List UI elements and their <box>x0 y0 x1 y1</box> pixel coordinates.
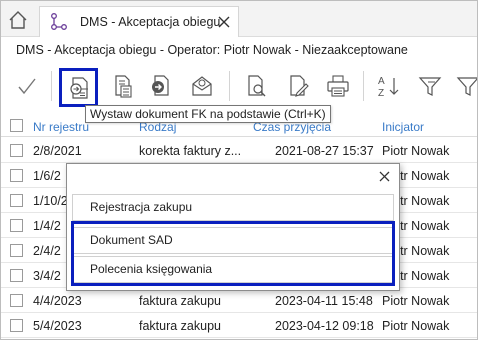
cell-nr: 3/4/2 <box>33 269 61 283</box>
cell-inicjator: Piotr Nowak <box>382 319 450 333</box>
row-checkbox[interactable] <box>10 144 23 157</box>
toolbar-separator <box>229 71 230 101</box>
svg-text:A: A <box>378 76 385 87</box>
checkmark-icon[interactable] <box>8 67 46 105</box>
cell-nr: 2/8/2021 <box>33 144 82 158</box>
menu-item-rejestracja-zakupu[interactable]: Rejestracja zakupu <box>72 194 394 221</box>
column-header-nr[interactable]: Nr rejestru <box>33 120 89 134</box>
cell-nr: 1/4/2 <box>33 219 61 233</box>
tab-dms-akceptacja[interactable]: DMS - Akceptacja obiegu <box>39 6 239 37</box>
cell-nr: 5/4/2023 <box>33 319 82 333</box>
close-icon[interactable] <box>377 169 391 183</box>
document-calculator-icon[interactable] <box>103 67 141 105</box>
cell-czas: 2021-08-27 15:37 <box>275 144 374 158</box>
svg-text:Z: Z <box>378 88 384 99</box>
menu-item-polecenia-ksiegowania[interactable]: Polecenia księgowania <box>72 256 394 283</box>
document-arrow-icon[interactable] <box>59 68 98 107</box>
table-row[interactable]: 2/8/2021 korekta faktury z... 2021-08-27… <box>1 138 477 163</box>
printer-icon[interactable] <box>319 67 357 105</box>
cell-rodzaj: korekta faktury z... <box>139 144 242 158</box>
app-window: DMS - Akceptacja obiegu DMS - Akceptacja… <box>0 0 478 340</box>
row-checkbox[interactable] <box>10 169 23 182</box>
cell-inicjator: Piotr Nowak <box>382 294 450 308</box>
row-checkbox[interactable] <box>10 244 23 257</box>
toolbar: A Z <box>1 65 477 109</box>
document-edit-icon[interactable] <box>279 67 317 105</box>
cell-rodzaj: faktura zakupu <box>139 294 221 308</box>
cell-czas: 2023-04-12 09:18 <box>275 319 374 333</box>
home-icon[interactable] <box>5 7 31 33</box>
workflow-icon <box>48 12 70 32</box>
row-checkbox[interactable] <box>10 319 23 332</box>
cell-nr: 1/10/2 <box>33 194 68 208</box>
column-header-inicjator[interactable]: Inicjator <box>382 120 424 134</box>
tab-title: DMS - Akceptacja obiegu <box>80 15 221 29</box>
sort-az-icon[interactable]: A Z <box>369 67 407 105</box>
close-icon[interactable] <box>216 14 232 30</box>
cell-rodzaj: faktura zakupu <box>139 319 221 333</box>
toolbar-separator <box>51 71 52 101</box>
cell-nr: 1/6/2 <box>33 169 61 183</box>
toolbar-tooltip: Wystaw dokument FK na podstawie (Ctrl+K) <box>85 105 331 123</box>
cell-nr: 4/4/2023 <box>33 294 82 308</box>
toolbar-separator <box>363 71 364 101</box>
filter-icon[interactable] <box>411 67 449 105</box>
cell-inicjator: Piotr Nowak <box>382 144 450 158</box>
menu-item-dokument-sad[interactable]: Dokument SAD <box>72 227 394 254</box>
document-search-icon[interactable] <box>237 67 275 105</box>
row-checkbox[interactable] <box>10 294 23 307</box>
row-checkbox[interactable] <box>10 219 23 232</box>
page-subtitle: DMS - Akceptacja obiegu - Operator: Piot… <box>16 43 408 57</box>
filter-icon[interactable] <box>449 67 477 105</box>
document-envelope-icon[interactable] <box>183 67 221 105</box>
document-type-popup: Rejestracja zakupu Dokument SAD Poleceni… <box>66 163 400 291</box>
tab-bar: DMS - Akceptacja obiegu <box>1 1 477 37</box>
row-checkbox[interactable] <box>10 194 23 207</box>
select-all-checkbox[interactable] <box>10 119 23 132</box>
document-arrow-circle-icon[interactable] <box>141 67 179 105</box>
cell-czas: 2023-04-11 15:48 <box>275 294 373 308</box>
table-row[interactable]: 5/4/2023 faktura zakupu 2023-04-12 09:18… <box>1 313 477 338</box>
cell-nr: 2/4/2 <box>33 244 61 258</box>
table-row[interactable]: 4/4/2023 faktura zakupu 2023-04-11 15:48… <box>1 288 477 313</box>
row-checkbox[interactable] <box>10 269 23 282</box>
